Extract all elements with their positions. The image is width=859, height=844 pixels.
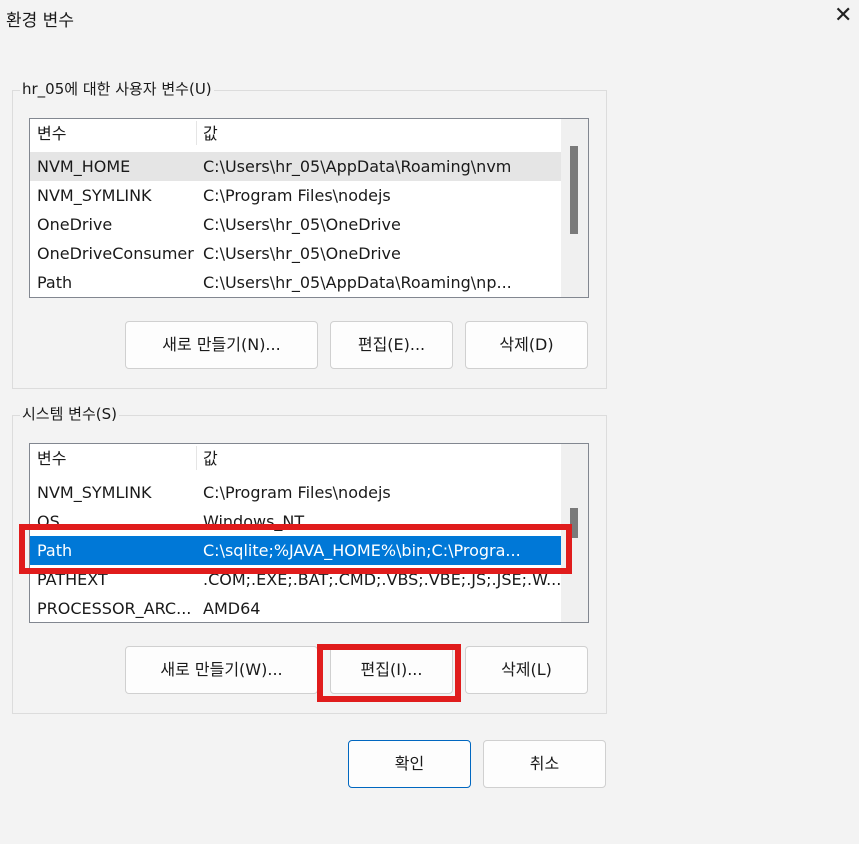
column-header-value[interactable]: 값 bbox=[203, 119, 563, 148]
variable-value: C:\Users\hr_05\AppData\Roaming\nvm bbox=[203, 157, 512, 176]
column-divider[interactable] bbox=[196, 446, 197, 470]
column-header-value[interactable]: 값 bbox=[203, 444, 563, 473]
variable-name: NVM_SYMLINK bbox=[37, 483, 152, 502]
variable-value: C:\Users\hr_05\OneDrive bbox=[203, 215, 401, 234]
variable-value: Windows_NT bbox=[203, 512, 305, 531]
table-row[interactable]: OneDriveConsumer C:\Users\hr_05\OneDrive bbox=[30, 239, 561, 268]
variable-name: OneDriveConsumer bbox=[37, 244, 194, 263]
column-divider[interactable] bbox=[196, 121, 197, 145]
new-user-variable-button[interactable]: 새로 만들기(N)... bbox=[125, 321, 318, 369]
table-row[interactable]: OS Windows_NT bbox=[30, 507, 561, 536]
variable-name: OneDrive bbox=[37, 215, 113, 234]
table-row[interactable]: NVM_HOME C:\Users\hr_05\AppData\Roaming\… bbox=[30, 152, 561, 181]
table-row[interactable]: PROCESSOR_ARC... AMD64 bbox=[30, 594, 561, 622]
column-header-name[interactable]: 변수 bbox=[37, 444, 197, 473]
variable-name: NVM_HOME bbox=[37, 157, 131, 176]
new-system-variable-button[interactable]: 새로 만들기(W)... bbox=[125, 646, 318, 694]
variable-value: AMD64 bbox=[203, 599, 261, 618]
close-icon[interactable]: ✕ bbox=[834, 4, 852, 28]
title-bar: 환경 변수 ✕ bbox=[0, 0, 859, 38]
variable-value: .COM;.EXE;.BAT;.CMD;.VBS;.VBE;.JS;.JSE;.… bbox=[203, 570, 562, 589]
system-variables-label: 시스템 변수(S) bbox=[20, 404, 119, 424]
variable-name: PROCESSOR_ARC... bbox=[37, 599, 192, 618]
table-row[interactable]: OneDrive C:\Users\hr_05\OneDrive bbox=[30, 210, 561, 239]
variable-value: C:\Users\hr_05\AppData\Roaming\np... bbox=[203, 273, 512, 292]
table-row[interactable]: PATHEXT .COM;.EXE;.BAT;.CMD;.VBS;.VBE;.J… bbox=[30, 565, 561, 594]
variable-name: PATHEXT bbox=[37, 570, 108, 589]
vertical-scrollbar[interactable] bbox=[561, 119, 588, 297]
list-header[interactable]: 변수 값 bbox=[30, 444, 561, 473]
variable-name: OS bbox=[37, 512, 60, 531]
variable-value: C:\Users\hr_05\OneDrive bbox=[203, 244, 401, 263]
table-row[interactable]: NVM_SYMLINK C:\Program Files\nodejs bbox=[30, 478, 561, 507]
edit-user-variable-button[interactable]: 편집(E)... bbox=[330, 321, 453, 369]
scrollbar-thumb[interactable] bbox=[570, 146, 578, 234]
window-title: 환경 변수 bbox=[6, 11, 74, 31]
list-header[interactable]: 변수 값 bbox=[30, 119, 561, 148]
cancel-button[interactable]: 취소 bbox=[483, 740, 606, 788]
table-row[interactable]: NVM_SYMLINK C:\Program Files\nodejs bbox=[30, 181, 561, 210]
variable-value: C:\Program Files\nodejs bbox=[203, 186, 391, 205]
vertical-scrollbar[interactable] bbox=[561, 444, 588, 622]
column-header-name[interactable]: 변수 bbox=[37, 119, 197, 148]
variable-value: C:\Program Files\nodejs bbox=[203, 483, 391, 502]
variable-name: NVM_SYMLINK bbox=[37, 186, 152, 205]
system-variables-list[interactable]: 변수 값 NVM_SYMLINK C:\Program Files\nodejs… bbox=[29, 443, 589, 623]
ok-button[interactable]: 확인 bbox=[348, 740, 471, 788]
variable-name: Path bbox=[37, 273, 73, 292]
user-variables-list[interactable]: 변수 값 NVM_HOME C:\Users\hr_05\AppData\Roa… bbox=[29, 118, 589, 298]
edit-system-variable-button[interactable]: 편집(I)... bbox=[330, 646, 453, 694]
table-row-selected[interactable]: Path C:\sqlite;%JAVA_HOME%\bin;C:\Progra… bbox=[30, 536, 561, 565]
variable-value: C:\sqlite;%JAVA_HOME%\bin;C:\Progra... bbox=[203, 541, 521, 560]
variable-name: Path bbox=[37, 541, 73, 560]
table-row[interactable]: Path C:\Users\hr_05\AppData\Roaming\np..… bbox=[30, 268, 561, 297]
scrollbar-thumb[interactable] bbox=[570, 508, 578, 538]
delete-system-variable-button[interactable]: 삭제(L) bbox=[465, 646, 588, 694]
delete-user-variable-button[interactable]: 삭제(D) bbox=[465, 321, 588, 369]
user-variables-label: hr_05에 대한 사용자 변수(U) bbox=[20, 79, 214, 99]
